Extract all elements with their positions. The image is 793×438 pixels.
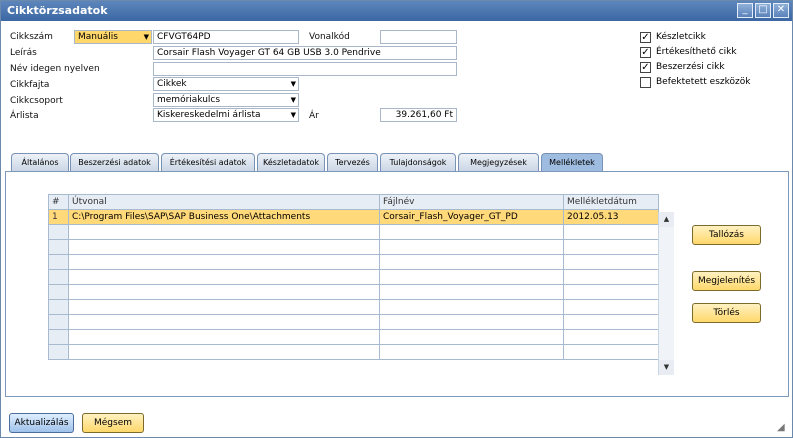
tab-remarks[interactable]: Megjegyzések	[458, 153, 539, 172]
table-scrollbar[interactable]: ▲ ▼	[658, 212, 674, 375]
item-group-label: Cikkcsoport	[10, 96, 63, 106]
delete-button[interactable]: Törlés	[692, 303, 761, 323]
price-list-select[interactable]: Kiskereskedelmi árlista ▼	[153, 108, 299, 122]
item-number-label: Cikkszám	[10, 32, 53, 42]
description-field[interactable]: Corsair Flash Voyager GT 64 GB USB 3.0 P…	[153, 46, 457, 60]
foreign-name-field[interactable]	[153, 62, 457, 76]
barcode-label: Vonalkód	[309, 32, 350, 42]
table-row[interactable]	[48, 329, 659, 345]
barcode-field[interactable]	[380, 30, 457, 44]
item-number-mode-select[interactable]: Manuális ▼	[74, 30, 152, 44]
item-group-value: memóriakulcs	[157, 95, 221, 105]
table-row[interactable]	[48, 254, 659, 270]
foreign-name-label: Név idegen nyelven	[10, 64, 100, 74]
scroll-up-icon[interactable]: ▲	[659, 212, 674, 227]
table-row[interactable]	[48, 224, 659, 240]
stock-item-label: Készletcikk	[656, 32, 706, 42]
attachment-file-name[interactable]: Corsair_Flash_Voyager_GT_PD	[379, 209, 564, 225]
column-header-path[interactable]: Útvonal	[68, 194, 380, 210]
tab-general[interactable]: Általános	[11, 153, 69, 172]
price-list-label: Árlista	[10, 111, 39, 121]
maximize-button[interactable]: □	[755, 3, 771, 18]
column-header-attachment-date[interactable]: Mellékletdátum	[563, 194, 659, 210]
price-list-value: Kiskereskedelmi árlista	[157, 110, 261, 120]
price-field[interactable]: 39.261,60 Ft	[380, 108, 457, 122]
dropdown-arrow-icon: ▼	[290, 96, 296, 104]
sales-item-label: Értékesíthető cikk	[656, 47, 737, 57]
stock-item-checkbox[interactable]: ✓	[640, 32, 651, 43]
browse-button[interactable]: Tallózás	[692, 225, 761, 245]
dropdown-arrow-icon: ▼	[290, 80, 296, 88]
description-label: Leírás	[10, 48, 37, 58]
row-number: 1	[48, 209, 69, 225]
fixed-assets-label: Befektetett eszközök	[656, 77, 751, 87]
tab-inventory-data[interactable]: Készletadatok	[257, 153, 325, 172]
window-title-bar: Cikktörzsadatok	[1, 1, 792, 21]
fixed-assets-checkbox[interactable]	[640, 77, 651, 88]
update-button[interactable]: Aktualizálás	[9, 413, 74, 433]
attachment-date[interactable]: 2012.05.13	[563, 209, 659, 225]
column-header-file-name[interactable]: Fájlnév	[379, 194, 564, 210]
attachments-table[interactable]: # Útvonal Fájlnév Mellékletdátum 1 C:\Pr…	[48, 194, 659, 360]
tab-strip: Általános Beszerzési adatok Értékesítési…	[11, 153, 790, 173]
close-button[interactable]: ✕	[773, 3, 789, 18]
tab-planning[interactable]: Tervezés	[327, 153, 378, 172]
table-row[interactable]	[48, 239, 659, 255]
price-label: Ár	[309, 111, 319, 121]
table-header-row: # Útvonal Fájlnév Mellékletdátum	[48, 194, 659, 210]
item-number-mode-value: Manuális	[78, 32, 118, 42]
table-row[interactable]	[48, 299, 659, 315]
item-group-select[interactable]: memóriakulcs ▼	[153, 93, 299, 107]
item-type-label: Cikkfajta	[10, 80, 50, 90]
purchase-item-label: Beszerzési cikk	[656, 62, 725, 72]
window-title: Cikktörzsadatok	[7, 4, 108, 17]
cancel-button[interactable]: Mégsem	[82, 413, 144, 433]
tab-attachments[interactable]: Mellékletek	[541, 153, 603, 173]
table-row[interactable]	[48, 344, 659, 360]
attachment-path[interactable]: C:\Program Files\SAP\SAP Business One\At…	[68, 209, 380, 225]
tab-purchasing-data[interactable]: Beszerzési adatok	[70, 153, 159, 172]
tab-properties[interactable]: Tulajdonságok	[380, 153, 456, 172]
item-type-select[interactable]: Cikkek ▼	[153, 77, 299, 91]
table-row[interactable]	[48, 284, 659, 300]
purchase-item-checkbox[interactable]: ✓	[640, 62, 651, 73]
column-header-number[interactable]: #	[48, 194, 69, 210]
resize-grip-icon[interactable]: ◢	[777, 422, 791, 436]
table-row[interactable]	[48, 314, 659, 330]
item-type-value: Cikkek	[157, 79, 187, 89]
item-number-field[interactable]: CFVGT64PD	[153, 30, 299, 44]
show-button[interactable]: Megjelenítés	[692, 271, 761, 291]
table-row[interactable]: 1 C:\Program Files\SAP\SAP Business One\…	[48, 209, 659, 225]
table-row[interactable]	[48, 269, 659, 285]
scroll-down-icon[interactable]: ▼	[659, 360, 674, 375]
tab-sales-data[interactable]: Értékesítési adatok	[161, 153, 255, 172]
item-master-window: Cikktörzsadatok _ □ ✕ Cikkszám Manuális ▼…	[0, 0, 793, 438]
sales-item-checkbox[interactable]: ✓	[640, 47, 651, 58]
dropdown-arrow-icon: ▼	[290, 111, 296, 119]
dropdown-arrow-icon: ▼	[143, 33, 149, 41]
minimize-button[interactable]: _	[737, 3, 753, 18]
